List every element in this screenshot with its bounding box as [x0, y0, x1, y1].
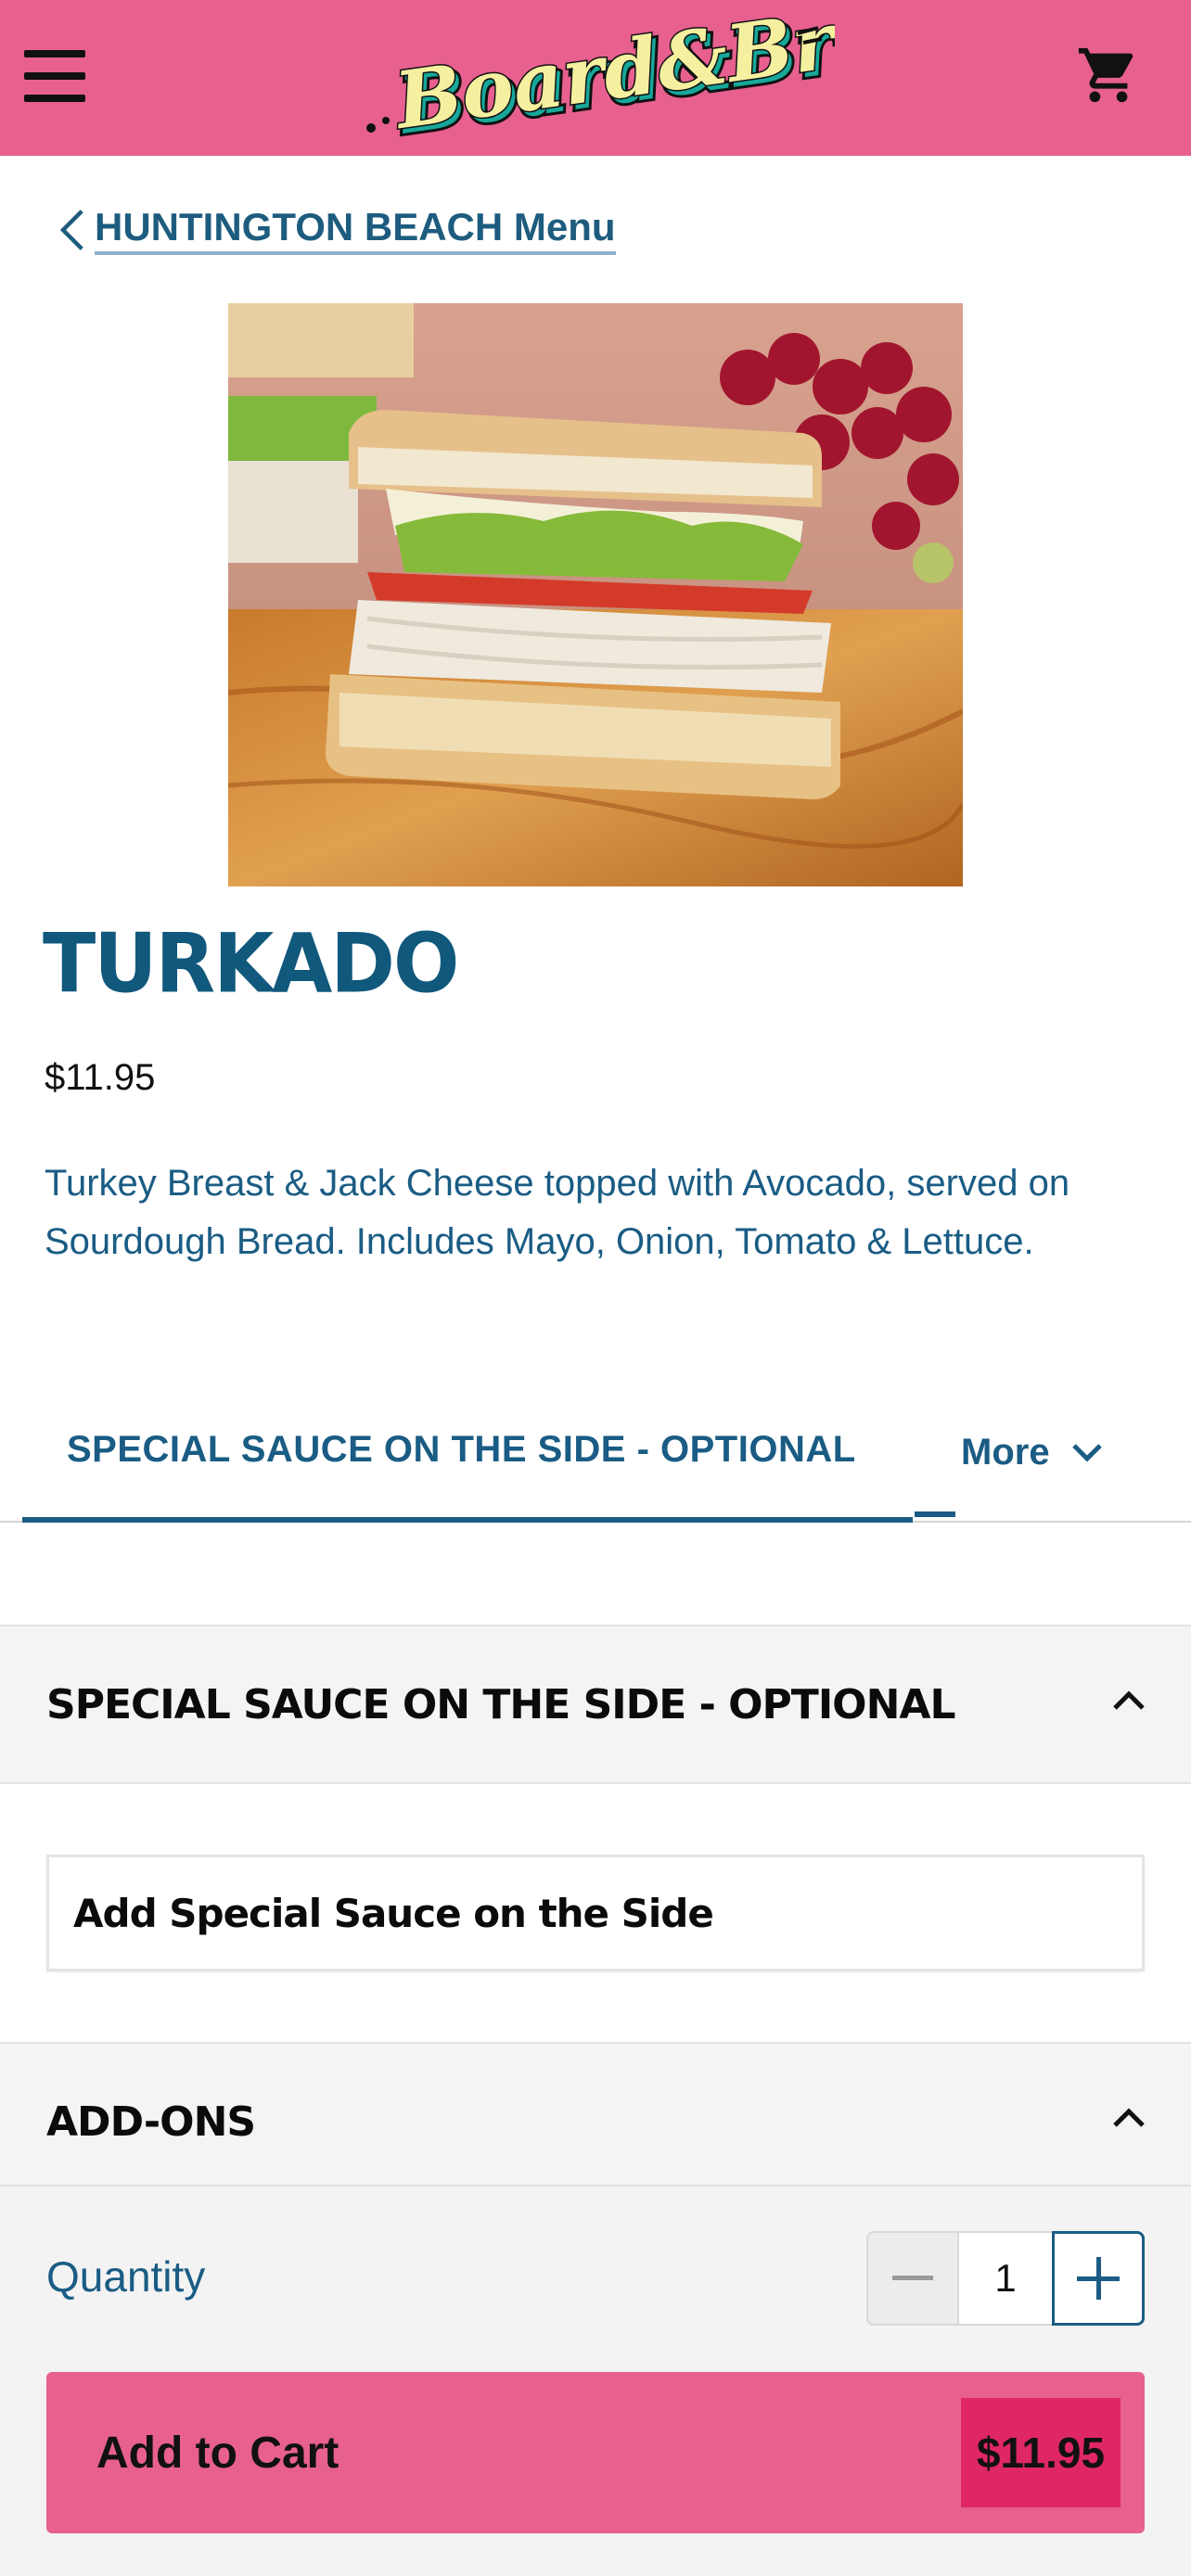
- hamburger-menu-icon[interactable]: [24, 48, 87, 104]
- quantity-label: Quantity: [46, 2252, 206, 2301]
- site-header: Board&Brew Board&Brew: [0, 0, 1191, 156]
- option-label: Add Special Sauce on the Side: [73, 1890, 714, 1936]
- tab-more[interactable]: More: [961, 1382, 1106, 1523]
- plus-icon: [1077, 2257, 1120, 2300]
- tab-special-sauce[interactable]: SPECIAL SAUCE ON THE SIDE - OPTIONAL: [22, 1382, 913, 1523]
- modifier-tabs: SPECIAL SAUCE ON THE SIDE - OPTIONAL Mor…: [0, 1382, 1191, 1523]
- tab-more-label: More: [961, 1431, 1050, 1473]
- addons-section-title: ADD-ONS: [46, 2098, 256, 2146]
- quantity-stepper: 1: [866, 2231, 1145, 2326]
- add-to-cart-price: $11.95: [961, 2398, 1121, 2507]
- increase-quantity-button[interactable]: [1052, 2231, 1145, 2326]
- product-title: TURKADO: [43, 915, 459, 1012]
- back-to-menu-link[interactable]: HUNTINGTON BEACH Menu: [56, 202, 616, 258]
- addons-section-header[interactable]: ADD-ONS: [0, 2042, 1191, 2201]
- brand-logo[interactable]: Board&Brew Board&Brew: [362, 6, 835, 145]
- decrease-quantity-button[interactable]: [866, 2231, 959, 2326]
- chevron-up-icon: [1113, 1690, 1145, 1710]
- product-price: $11.95: [45, 1057, 156, 1098]
- chevron-left-icon: [59, 210, 83, 250]
- back-link-label[interactable]: HUNTINGTON BEACH Menu: [95, 205, 616, 255]
- add-to-cart-button[interactable]: Add to Cart $11.95: [46, 2372, 1145, 2533]
- order-footer: Quantity 1 Add to Cart $11.95: [0, 2185, 1191, 2576]
- sauce-section-header[interactable]: SPECIAL SAUCE ON THE SIDE - OPTIONAL: [0, 1625, 1191, 1784]
- shopping-cart-icon[interactable]: [1076, 43, 1141, 108]
- product-image: [228, 303, 963, 886]
- add-to-cart-label: Add to Cart: [96, 2428, 339, 2478]
- add-special-sauce-option[interactable]: Add Special Sauce on the Side: [46, 1855, 1145, 1971]
- sauce-section-title: SPECIAL SAUCE ON THE SIDE - OPTIONAL: [46, 1680, 956, 1728]
- svg-text:Board&Brew: Board&Brew: [388, 6, 835, 145]
- product-description: Turkey Breast & Jack Cheese topped with …: [45, 1163, 1070, 1262]
- quantity-value[interactable]: 1: [959, 2231, 1052, 2326]
- tab-indicator: [915, 1511, 955, 1517]
- chevron-up-icon: [1113, 2108, 1145, 2127]
- tab-label: SPECIAL SAUCE ON THE SIDE - OPTIONAL: [67, 1428, 856, 1470]
- chevron-down-icon: [1071, 1444, 1102, 1462]
- minus-icon: [892, 2276, 933, 2280]
